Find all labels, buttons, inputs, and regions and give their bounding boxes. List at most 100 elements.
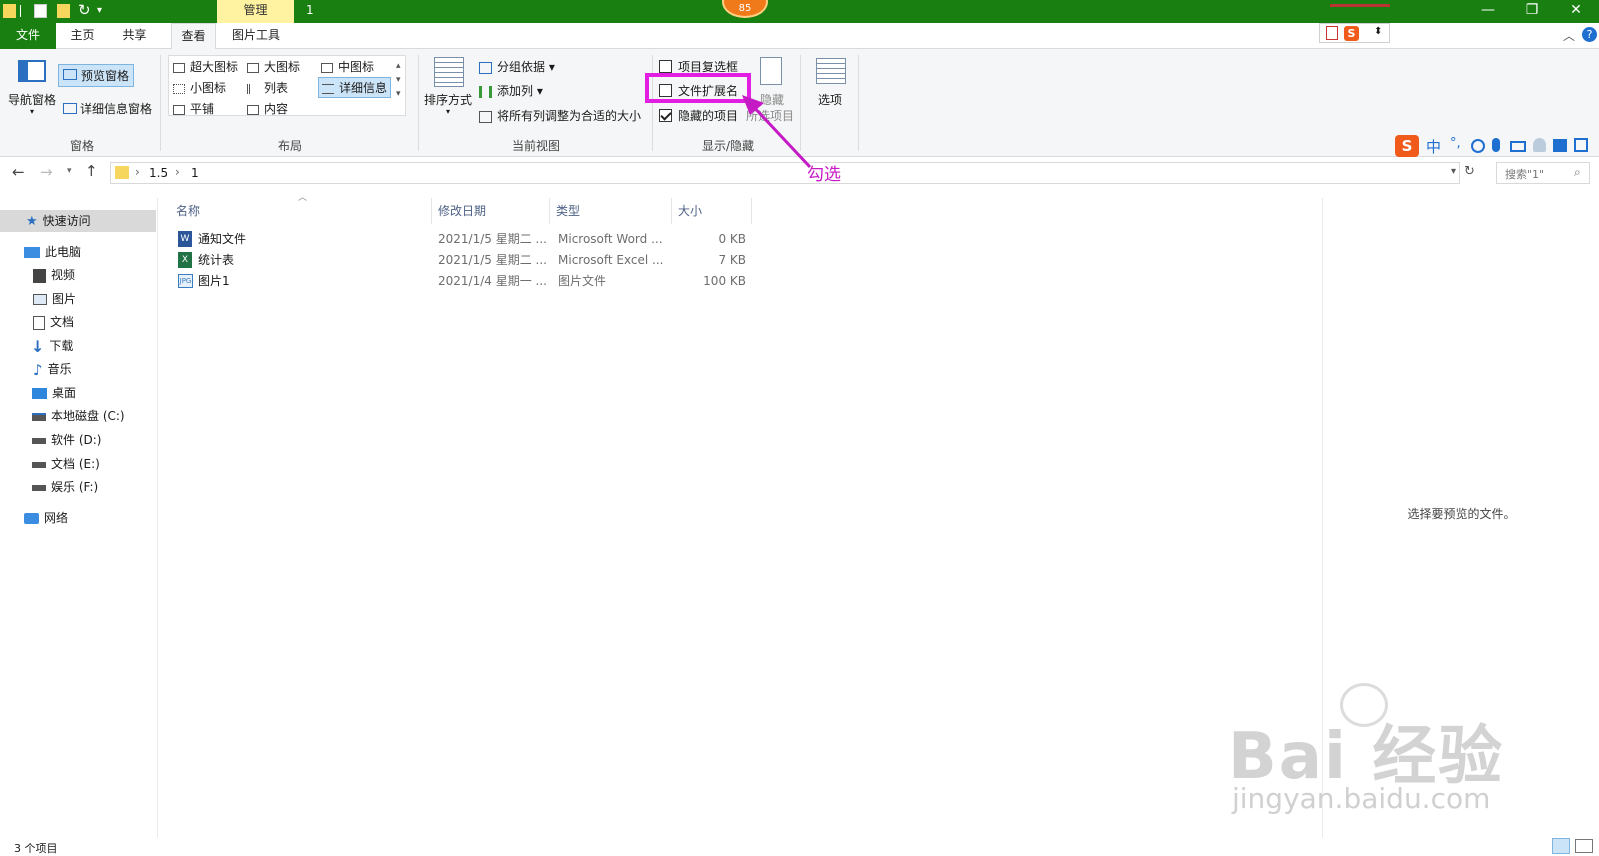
customize-quick-access-icon[interactable]: ▾	[97, 5, 102, 16]
hidden-items-label: 隐藏的项目	[678, 109, 739, 123]
back-icon[interactable]: ←	[12, 163, 25, 181]
layout-tiles[interactable]: 平铺	[173, 100, 214, 117]
size-columns-label: 将所有列调整为合适的大小	[497, 109, 642, 123]
table-row[interactable]: JPG 图片1 2021/1/4 星期一 ... 图片文件 100 KB	[170, 271, 750, 291]
nav-pane-icon	[18, 60, 46, 82]
hidden-items-checkbox[interactable]	[659, 109, 672, 122]
chevron-down-icon[interactable]: ⬍	[1374, 26, 1382, 37]
sort-by-button[interactable]: 排序方式	[424, 91, 472, 108]
folder-icon	[3, 4, 16, 18]
extra-large-icons-icon	[173, 62, 185, 73]
collapse-ribbon-icon[interactable]: ︿	[1563, 27, 1575, 44]
drive-icon	[32, 461, 46, 468]
nav-drive-e[interactable]: 文档 (E:)	[0, 453, 156, 475]
new-folder-icon[interactable]	[57, 4, 70, 18]
ime-punct[interactable]: °,	[1450, 136, 1461, 151]
nav-drive-d[interactable]: 软件 (D:)	[0, 429, 156, 451]
recent-locations-icon[interactable]: ▾	[67, 166, 72, 176]
drive-icon	[32, 484, 46, 491]
restore-button[interactable]: ❐	[1510, 0, 1554, 22]
details-pane-button[interactable]: 详细信息窗格	[63, 100, 152, 117]
jpeg-file-icon: JPG	[178, 274, 193, 288]
table-row[interactable]: W 通知文件 2021/1/5 星期二 ... Microsoft Word .…	[170, 229, 750, 249]
nav-label: 此电脑	[45, 245, 82, 259]
preview-pane-button[interactable]: 预览窗格	[58, 64, 135, 87]
large-icons-view-icon[interactable]	[1575, 839, 1593, 853]
list-icon	[247, 83, 259, 94]
file-modified: 2021/1/5 星期二 ...	[438, 253, 547, 267]
size-all-columns-button[interactable]: 将所有列调整为合适的大小	[479, 107, 641, 124]
user-icon[interactable]	[1533, 138, 1546, 152]
ime-toolbar[interactable]: S ⬍	[1319, 23, 1390, 43]
layout-details[interactable]: 详细信息	[318, 77, 392, 98]
nav-music[interactable]: ♪ 音乐	[0, 358, 156, 380]
tab-share[interactable]: 共享	[112, 23, 157, 49]
layout-scroll-arrows[interactable]: ▴ ▾ ▾	[396, 59, 401, 101]
nav-downloads[interactable]: ↓ 下载	[0, 335, 156, 357]
details-icon	[322, 83, 334, 94]
breadcrumb-1[interactable]: 1.5	[149, 166, 168, 180]
small-icons-icon	[173, 83, 185, 94]
nav-videos[interactable]: 视频	[0, 264, 156, 286]
column-header-modified[interactable]: 修改日期	[432, 198, 550, 224]
details-view-icon[interactable]	[1552, 838, 1570, 854]
redo-icon[interactable]: ↻	[78, 1, 91, 19]
nav-quick-access[interactable]: ★ 快速访问	[0, 210, 156, 232]
emoji-icon[interactable]	[1471, 139, 1485, 153]
breadcrumb-2[interactable]: 1	[191, 166, 199, 180]
ime-mode[interactable]: 中	[1426, 136, 1441, 157]
download-icon: ↓	[31, 336, 45, 356]
layout-medium-icons[interactable]: 中图标	[321, 58, 374, 75]
computer-icon	[24, 247, 40, 258]
nav-network[interactable]: 网络	[0, 507, 156, 529]
group-by-button[interactable]: 分组依据 ▾	[479, 58, 555, 75]
drive-icon	[32, 412, 46, 421]
nav-desktop[interactable]: 桌面	[0, 382, 156, 404]
layout-small-icons[interactable]: 小图标	[173, 79, 226, 96]
help-icon[interactable]: ?	[1582, 27, 1597, 42]
tab-home[interactable]: 主页	[60, 23, 105, 49]
microphone-icon[interactable]	[1492, 138, 1500, 152]
add-columns-button[interactable]: 添加列 ▾	[479, 82, 543, 99]
tab-picture-tools[interactable]: 图片工具	[224, 23, 288, 49]
layout-large-icons[interactable]: 大图标	[247, 58, 300, 75]
close-button[interactable]: ✕	[1554, 0, 1598, 22]
nav-label: 本地磁盘 (C:)	[51, 409, 125, 423]
properties-icon[interactable]	[34, 4, 47, 18]
nav-drive-c[interactable]: 本地磁盘 (C:)	[0, 405, 156, 427]
address-dropdown-icon[interactable]: ▾	[1451, 166, 1456, 177]
divider	[652, 55, 653, 151]
forward-icon[interactable]: →	[40, 163, 53, 181]
nav-label: 下载	[49, 339, 74, 353]
column-header-type[interactable]: 类型	[550, 198, 672, 224]
search-input[interactable]: 搜索"1" ⌕	[1496, 162, 1590, 184]
tab-view[interactable]: 查看	[171, 23, 216, 50]
divider	[858, 55, 859, 151]
table-row[interactable]: X 统计表 2021/1/5 星期二 ... Microsoft Excel .…	[170, 250, 750, 270]
layout-extra-large-icons[interactable]: 超大图标	[173, 58, 238, 75]
network-icon	[24, 513, 39, 524]
file-type: Microsoft Excel ...	[558, 253, 664, 267]
column-header-name[interactable]: 名称	[170, 198, 432, 224]
keyboard-icon[interactable]	[1510, 141, 1526, 152]
grid-icon[interactable]	[1574, 138, 1588, 152]
layout-label: 中图标	[338, 60, 375, 74]
sogou-logo-icon[interactable]: S	[1395, 135, 1419, 157]
chevron-right-icon: ›	[175, 165, 180, 179]
refresh-icon[interactable]: ↻	[1464, 164, 1475, 179]
nav-documents[interactable]: 文档	[0, 311, 156, 333]
column-header-size[interactable]: 大小	[672, 198, 752, 224]
shirt-icon[interactable]	[1553, 139, 1567, 152]
layout-list[interactable]: 列表	[247, 79, 288, 96]
manage-tab[interactable]: 管理	[217, 0, 294, 23]
tab-file[interactable]: 文件	[0, 23, 56, 49]
nav-pictures[interactable]: 图片	[0, 288, 156, 310]
options-button[interactable]: 选项	[818, 91, 842, 108]
nav-pane-button[interactable]: 导航窗格	[8, 91, 56, 108]
nav-drive-f[interactable]: 娱乐 (F:)	[0, 476, 156, 498]
nav-this-pc[interactable]: 此电脑	[0, 241, 156, 263]
minimize-button[interactable]: —	[1466, 0, 1510, 22]
layout-content[interactable]: 内容	[247, 100, 288, 117]
up-icon[interactable]: ↑	[85, 162, 98, 180]
item-checkboxes-checkbox[interactable]	[659, 60, 672, 73]
